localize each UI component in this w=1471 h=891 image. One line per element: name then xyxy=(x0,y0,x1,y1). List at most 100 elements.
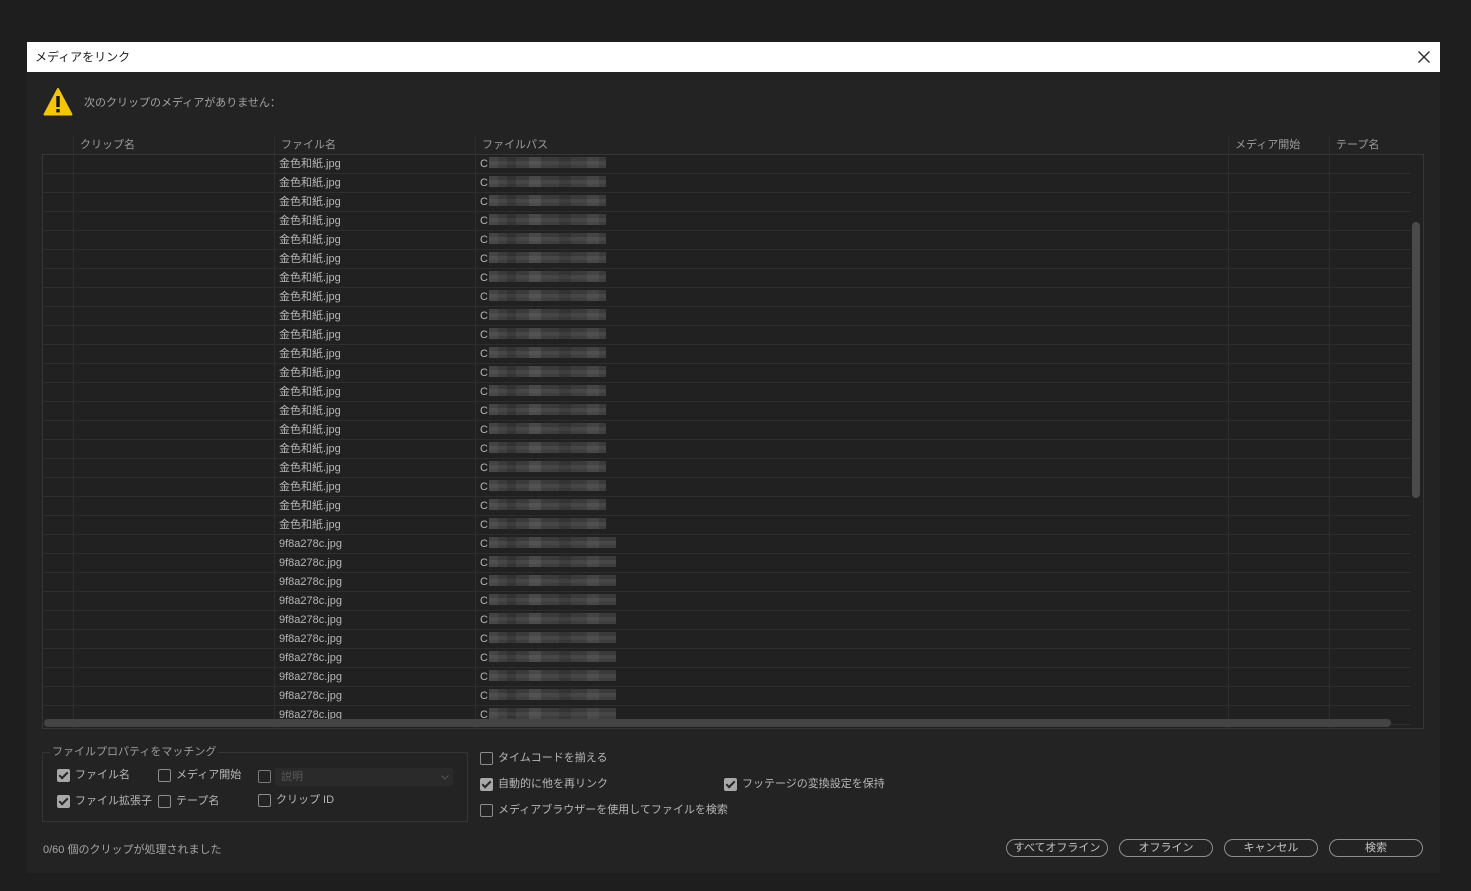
file-name-cell: 金色和紙.jpg xyxy=(279,481,341,493)
table-row[interactable]: 9f8a278c.jpg C xyxy=(43,611,1411,630)
file-path-cell: C xyxy=(475,459,1228,477)
media-start-cell xyxy=(1228,459,1329,477)
checkbox-box[interactable] xyxy=(480,804,493,817)
use-media-browser-checkbox[interactable]: メディアブラウザーを使用してファイルを検索 xyxy=(480,804,728,817)
column-header-tape-name[interactable]: テープ名 xyxy=(1329,136,1412,154)
file-path-cell: C xyxy=(475,288,1228,306)
file-name-cell: 金色和紙.jpg xyxy=(279,443,341,455)
file-path-cell: C xyxy=(475,649,1228,667)
table-row[interactable]: 金色和紙.jpg C xyxy=(43,250,1411,269)
table-row[interactable]: 金色和紙.jpg C xyxy=(43,421,1411,440)
file-path-text: C xyxy=(480,177,488,189)
table-row[interactable]: 金色和紙.jpg C xyxy=(43,155,1411,174)
close-glyph xyxy=(1418,51,1430,63)
table-row[interactable]: 金色和紙.jpg C xyxy=(43,174,1411,193)
file-name-cell: 金色和紙.jpg xyxy=(279,310,341,322)
table-row[interactable]: 金色和紙.jpg C xyxy=(43,231,1411,250)
table-row[interactable]: 9f8a278c.jpg C xyxy=(43,687,1411,706)
table-row[interactable]: 金色和紙.jpg C xyxy=(43,440,1411,459)
file-path-text: C xyxy=(480,443,488,455)
vertical-scrollbar[interactable] xyxy=(1412,222,1420,498)
match-clip-id-checkbox[interactable]: クリップ ID xyxy=(258,794,334,807)
checkbox-box[interactable] xyxy=(57,795,70,808)
clip-table: 金色和紙.jpg C 金色和紙.jpg C 金色和紙.jpg C 金色和紙.jpg C 金色和紙… xyxy=(42,154,1424,729)
table-row[interactable]: 9f8a278c.jpg C xyxy=(43,535,1411,554)
clip-name-cell xyxy=(73,231,274,249)
file-path-cell: C xyxy=(475,269,1228,287)
row-marker-cell xyxy=(43,174,73,192)
checkbox-box[interactable] xyxy=(158,795,171,808)
checkbox-box[interactable] xyxy=(480,778,493,791)
table-row[interactable]: 金色和紙.jpg C xyxy=(43,383,1411,402)
search-button[interactable]: 検索 xyxy=(1329,839,1423,857)
chevron-down-icon xyxy=(441,775,449,780)
column-header-file-name[interactable]: ファイル名 xyxy=(274,136,475,154)
checkbox-box[interactable] xyxy=(258,794,271,807)
match-file-name-checkbox[interactable]: ファイル名 xyxy=(57,769,130,782)
horizontal-scrollbar[interactable] xyxy=(44,719,1391,727)
file-name-cell: 金色和紙.jpg xyxy=(279,500,341,512)
relink-others-checkbox[interactable]: 自動的に他を再リンク xyxy=(480,778,608,791)
file-path-text: C xyxy=(480,576,488,588)
redacted-path-block xyxy=(488,252,606,263)
clip-name-cell xyxy=(73,269,274,287)
table-row[interactable]: 金色和紙.jpg C xyxy=(43,402,1411,421)
file-path-text: C xyxy=(480,519,488,531)
table-row[interactable]: 金色和紙.jpg C xyxy=(43,364,1411,383)
file-path-text: C xyxy=(480,500,488,512)
row-marker-cell xyxy=(43,212,73,230)
table-row[interactable]: 金色和紙.jpg C xyxy=(43,516,1411,535)
clip-name-cell xyxy=(73,497,274,515)
table-row[interactable]: 金色和紙.jpg C xyxy=(43,326,1411,345)
checkbox-box[interactable] xyxy=(57,769,70,782)
checkbox-label: テープ名 xyxy=(176,795,220,807)
row-marker-cell xyxy=(43,478,73,496)
column-header-file-path[interactable]: ファイルパス xyxy=(475,136,1228,154)
match-media-start-checkbox[interactable]: メディア開始 xyxy=(158,769,241,782)
checkbox-box[interactable] xyxy=(724,778,737,791)
preserve-interpret-checkbox[interactable]: フッテージの変換設定を保持 xyxy=(724,778,885,791)
offline-all-button[interactable]: すべてオフライン xyxy=(1006,839,1108,857)
table-row[interactable]: 金色和紙.jpg C xyxy=(43,345,1411,364)
checkbox-box[interactable] xyxy=(158,769,171,782)
link-media-dialog: メディアをリンク 次のクリップのメディアがありません： クリップ名 ファイル名 … xyxy=(27,42,1440,873)
file-path-text: C xyxy=(480,386,488,398)
table-row[interactable]: 金色和紙.jpg C xyxy=(43,269,1411,288)
exclamation-bar xyxy=(56,96,60,107)
row-marker-cell xyxy=(43,364,73,382)
file-name-cell: 9f8a278c.jpg xyxy=(279,595,342,607)
table-row[interactable]: 金色和紙.jpg C xyxy=(43,497,1411,516)
checkbox-box[interactable] xyxy=(480,752,493,765)
align-timecode-checkbox[interactable]: タイムコードを揃える xyxy=(480,752,607,765)
file-path-cell: C xyxy=(475,212,1228,230)
match-tape-name-checkbox[interactable]: テープ名 xyxy=(158,795,219,808)
clip-name-cell xyxy=(73,307,274,325)
table-rows: 金色和紙.jpg C 金色和紙.jpg C 金色和紙.jpg C 金色和紙.jpg C 金色和紙… xyxy=(43,155,1411,725)
tape-name-cell xyxy=(1329,212,1411,230)
match-file-extension-checkbox[interactable]: ファイル拡張子 xyxy=(57,795,152,808)
file-name-cell: 金色和紙.jpg xyxy=(279,348,341,360)
table-row[interactable]: 9f8a278c.jpg C xyxy=(43,592,1411,611)
table-row[interactable]: 9f8a278c.jpg C xyxy=(43,668,1411,687)
match-description-checkbox[interactable] xyxy=(258,770,276,783)
table-row[interactable]: 9f8a278c.jpg C xyxy=(43,573,1411,592)
table-row[interactable]: 金色和紙.jpg C xyxy=(43,212,1411,231)
table-row[interactable]: 金色和紙.jpg C xyxy=(43,288,1411,307)
column-header-media-start[interactable]: メディア開始 xyxy=(1228,136,1329,154)
table-row[interactable]: 金色和紙.jpg C xyxy=(43,459,1411,478)
column-header-clip-name[interactable]: クリップ名 xyxy=(73,136,274,154)
checkbox-box[interactable] xyxy=(258,770,271,783)
redacted-path-block xyxy=(488,461,606,472)
table-row[interactable]: 金色和紙.jpg C xyxy=(43,478,1411,497)
table-row[interactable]: 9f8a278c.jpg C xyxy=(43,554,1411,573)
match-group-legend: ファイルプロパティをマッチング xyxy=(50,745,219,759)
tape-name-cell xyxy=(1329,535,1411,553)
table-row[interactable]: 金色和紙.jpg C xyxy=(43,307,1411,326)
offline-button[interactable]: オフライン xyxy=(1119,839,1213,857)
table-row[interactable]: 9f8a278c.jpg C xyxy=(43,649,1411,668)
table-row[interactable]: 金色和紙.jpg C xyxy=(43,193,1411,212)
file-path-cell: C xyxy=(475,326,1228,344)
table-row[interactable]: 9f8a278c.jpg C xyxy=(43,630,1411,649)
cancel-button[interactable]: キャンセル xyxy=(1224,839,1318,857)
close-icon[interactable] xyxy=(1418,51,1430,63)
